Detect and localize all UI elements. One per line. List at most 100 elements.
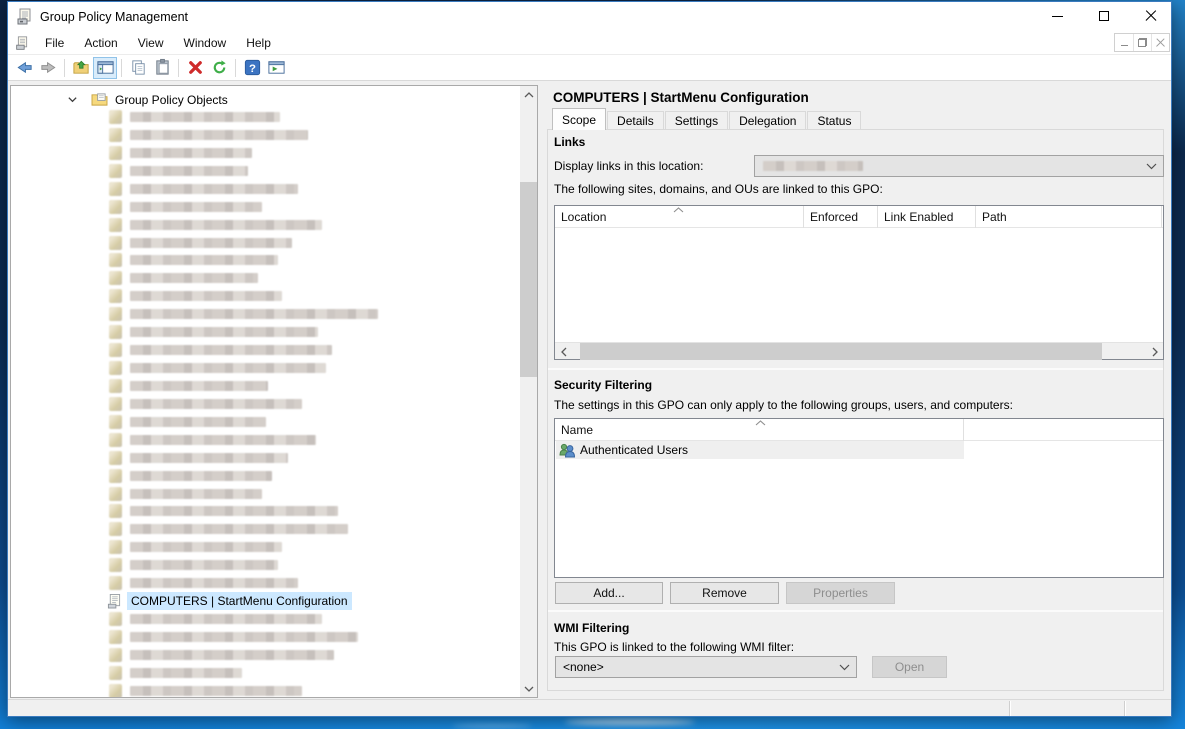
tree-item-redacted[interactable] xyxy=(11,287,521,305)
tree-item-redacted[interactable] xyxy=(11,108,521,126)
up-one-level-button[interactable] xyxy=(69,57,93,79)
gpo-icon-redacted xyxy=(109,666,122,680)
tree-item-redacted[interactable] xyxy=(11,234,521,252)
display-links-combobox[interactable] xyxy=(754,155,1164,177)
tree-item-redacted[interactable] xyxy=(11,323,521,341)
tree-item-redacted[interactable] xyxy=(11,628,521,646)
tree-item-redacted[interactable] xyxy=(11,538,521,556)
tree-item-redacted[interactable] xyxy=(11,449,521,467)
minimize-button[interactable] xyxy=(1040,2,1074,30)
expander-chevron-icon[interactable] xyxy=(67,94,78,105)
security-group-row[interactable]: Authenticated Users xyxy=(556,441,964,459)
toolbar-separator xyxy=(64,59,65,77)
tree-item-redacted[interactable] xyxy=(11,467,521,485)
forward-button[interactable] xyxy=(36,57,60,79)
column-header-enforced[interactable]: Enforced xyxy=(804,206,878,228)
toolbar-separator xyxy=(178,59,179,77)
tab-details[interactable]: Details xyxy=(607,111,664,130)
display-links-label: Display links in this location: xyxy=(554,159,703,173)
tree-item-redacted[interactable] xyxy=(11,377,521,395)
toolbar: ? xyxy=(8,55,1171,81)
copy-button[interactable] xyxy=(126,57,150,79)
mmc-minimize-button[interactable] xyxy=(1115,34,1133,51)
tab-delegation[interactable]: Delegation xyxy=(729,111,806,130)
refresh-button[interactable] xyxy=(207,57,231,79)
tree-item-redacted[interactable] xyxy=(11,216,521,234)
wmi-filter-combobox[interactable]: <none> xyxy=(555,656,857,678)
redacted-gpo-name xyxy=(130,202,262,212)
tree-item-redacted[interactable] xyxy=(11,574,521,592)
tree-item-redacted[interactable] xyxy=(11,682,521,697)
add-button[interactable]: Add... xyxy=(555,582,663,604)
links-heading: Links xyxy=(554,135,585,149)
help-button[interactable]: ? xyxy=(240,57,264,79)
mmc-close-icon xyxy=(1156,38,1165,47)
redacted-gpo-name xyxy=(130,238,292,248)
tree-item-redacted[interactable] xyxy=(11,610,521,628)
back-button[interactable] xyxy=(12,57,36,79)
links-horizontal-scrollbar[interactable] xyxy=(555,342,1163,359)
gpo-icon-redacted xyxy=(109,576,122,590)
scroll-left-button[interactable] xyxy=(555,343,572,360)
tab-status[interactable]: Status xyxy=(807,111,861,130)
close-icon xyxy=(1145,10,1157,22)
tree-item-redacted[interactable] xyxy=(11,664,521,682)
maximize-button[interactable] xyxy=(1087,2,1121,30)
scrollbar-thumb[interactable] xyxy=(520,182,537,377)
tree-item-redacted[interactable] xyxy=(11,646,521,664)
scroll-down-button[interactable] xyxy=(520,680,537,697)
properties-button[interactable]: Properties xyxy=(786,582,895,604)
menu-file[interactable]: File xyxy=(35,32,74,54)
tree-item-redacted[interactable] xyxy=(11,556,521,574)
scroll-right-button[interactable] xyxy=(1146,343,1163,360)
tree-item-redacted[interactable] xyxy=(11,520,521,538)
menu-window[interactable]: Window xyxy=(174,32,237,54)
tree-item-redacted[interactable] xyxy=(11,485,521,503)
tree-item-redacted[interactable] xyxy=(11,305,521,323)
gpo-title: COMPUTERS | StartMenu Configuration xyxy=(553,90,809,105)
chevron-left-icon xyxy=(561,347,567,357)
gpo-folder-icon xyxy=(91,92,108,107)
remove-button[interactable]: Remove xyxy=(670,582,779,604)
gpo-icon-redacted xyxy=(109,325,122,339)
menu-view[interactable]: View xyxy=(128,32,174,54)
column-header-link-enabled[interactable]: Link Enabled xyxy=(878,206,976,228)
tree-item-redacted[interactable] xyxy=(11,431,521,449)
delete-button[interactable] xyxy=(183,57,207,79)
tree-item-redacted[interactable] xyxy=(11,502,521,520)
mmc-close-button[interactable] xyxy=(1151,34,1169,51)
tree-item-redacted[interactable] xyxy=(11,144,521,162)
scroll-up-button[interactable] xyxy=(520,86,537,103)
mmc-restore-button[interactable] xyxy=(1133,34,1151,51)
title-bar[interactable]: Group Policy Management xyxy=(8,2,1171,31)
toolbar-separator xyxy=(235,59,236,77)
tree-item-redacted[interactable] xyxy=(11,341,521,359)
column-header-path[interactable]: Path xyxy=(976,206,1162,228)
tree-item-redacted[interactable] xyxy=(11,251,521,269)
tree-item-selected[interactable]: COMPUTERS | StartMenu Configuration xyxy=(11,592,521,610)
gpo-icon-redacted xyxy=(109,236,122,250)
tab-settings[interactable]: Settings xyxy=(665,111,728,130)
tree-item-redacted[interactable] xyxy=(11,162,521,180)
tree-root-label: Group Policy Objects xyxy=(115,93,228,107)
tree-vertical-scrollbar[interactable] xyxy=(520,86,537,697)
show-console-tree-button[interactable] xyxy=(93,57,117,79)
tab-scope[interactable]: Scope xyxy=(552,108,606,130)
tree-item-redacted[interactable] xyxy=(11,180,521,198)
scrollbar-thumb[interactable] xyxy=(580,343,1102,360)
redacted-gpo-name xyxy=(130,650,334,660)
menu-help[interactable]: Help xyxy=(236,32,281,54)
tree-item-redacted[interactable] xyxy=(11,395,521,413)
paste-button[interactable] xyxy=(150,57,174,79)
new-window-button[interactable] xyxy=(264,57,288,79)
tree-item-redacted[interactable] xyxy=(11,359,521,377)
tree-item-redacted[interactable] xyxy=(11,269,521,287)
tree-item-redacted[interactable] xyxy=(11,413,521,431)
close-button[interactable] xyxy=(1134,2,1168,30)
tree-item-redacted[interactable] xyxy=(11,126,521,144)
new-window-icon xyxy=(267,58,286,77)
menu-action[interactable]: Action xyxy=(74,32,127,54)
tree-item-redacted[interactable] xyxy=(11,198,521,216)
tree-root-group-policy-objects[interactable]: Group Policy Objects xyxy=(11,90,521,108)
open-button[interactable]: Open xyxy=(872,656,947,678)
